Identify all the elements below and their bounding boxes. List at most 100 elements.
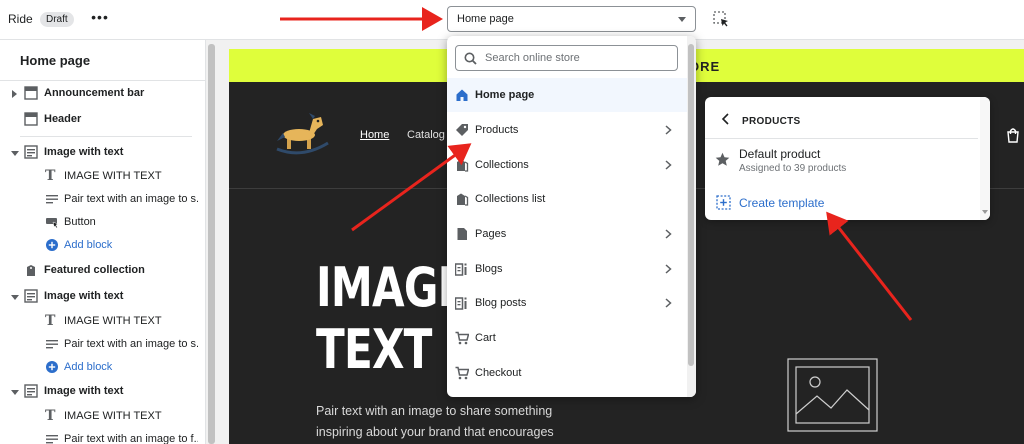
sidebar-item-image-with-text[interactable]: Image with text <box>0 381 205 403</box>
menu-item-blog-posts[interactable]: Blog posts <box>447 286 687 320</box>
sidebar-item-label: Button <box>64 216 96 228</box>
sidebar-scrollbar-thumb[interactable] <box>208 44 215 444</box>
theme-name: Ride <box>8 12 33 26</box>
sidebar-item-label: Pair text with an image to f... <box>64 433 198 444</box>
hero-heading[interactable]: IMAGE TEXT <box>316 257 466 381</box>
inspector-icon[interactable] <box>712 10 730 28</box>
sidebar-block-heading[interactable]: T IMAGE WITH TEXT <box>0 406 205 428</box>
sections-sidebar: Home page Announcement bar Header Image … <box>0 40 206 444</box>
sidebar-item-label: Add block <box>64 239 113 251</box>
nav-link-home[interactable]: Home <box>360 129 389 141</box>
sidebar-item-label: Featured collection <box>44 264 145 276</box>
add-block-button[interactable]: Add block <box>0 357 205 379</box>
hero-text[interactable]: Pair text with an image to share somethi… <box>316 401 616 443</box>
chevron-down-icon[interactable] <box>11 151 19 156</box>
menu-item-label: Products <box>475 124 519 136</box>
menu-item-label: Home page <box>475 89 535 101</box>
products-submenu: PRODUCTS Default product Assigned to 39 … <box>705 97 990 220</box>
sidebar-block-heading[interactable]: T IMAGE WITH TEXT <box>0 166 205 188</box>
sidebar-block-text[interactable]: Pair text with an image to f... <box>0 429 205 444</box>
plus-circle-icon <box>46 361 58 373</box>
sidebar-item-header[interactable]: Header <box>0 109 205 131</box>
menu-item-cart[interactable]: Cart <box>447 321 687 355</box>
submenu-scrollbar[interactable] <box>980 97 990 220</box>
status-badge: Draft <box>40 12 74 27</box>
menu-item-label: Collections <box>475 159 529 171</box>
button-icon <box>46 218 59 229</box>
sidebar-item-label: Pair text with an image to s... <box>64 193 198 205</box>
hero-heading-line: IMAGE <box>316 256 466 319</box>
template-option-default-product[interactable]: Default product <box>739 147 820 161</box>
submenu-title: PRODUCTS <box>742 116 801 127</box>
menu-item-home-page[interactable]: Home page <box>447 78 687 112</box>
sidebar-item-image-with-text[interactable]: Image with text <box>0 142 205 164</box>
sidebar-block-text[interactable]: Pair text with an image to s... <box>0 334 205 356</box>
sidebar-block-button[interactable]: Button <box>0 212 205 234</box>
chevron-down-icon[interactable] <box>11 295 19 300</box>
menu-scrollbar-thumb[interactable] <box>688 44 694 366</box>
chevron-right-icon[interactable] <box>12 90 17 98</box>
sidebar-item-label: IMAGE WITH TEXT <box>64 315 162 327</box>
sidebar-block-text[interactable]: Pair text with an image to s... <box>0 189 205 211</box>
home-icon <box>456 89 468 101</box>
menu-item-collections-list[interactable]: Collections list <box>447 182 687 216</box>
tag-icon <box>456 124 468 136</box>
sidebar-item-image-with-text[interactable]: Image with text <box>0 286 205 308</box>
sidebar-block-heading[interactable]: T IMAGE WITH TEXT <box>0 311 205 333</box>
page-selector[interactable]: Home page <box>447 6 696 32</box>
divider <box>20 136 192 137</box>
menu-item-label: Collections list <box>475 193 546 205</box>
cart-icon[interactable] <box>1005 127 1021 143</box>
image-placeholder-icon[interactable] <box>787 358 878 432</box>
menu-item-pages[interactable]: Pages <box>447 217 687 251</box>
more-actions-button[interactable]: ••• <box>90 9 110 29</box>
sidebar-item-label: Header <box>44 113 82 125</box>
store-logo[interactable] <box>273 111 331 157</box>
menu-item-label: Blogs <box>475 263 503 275</box>
sidebar-item-label: Image with text <box>44 385 124 397</box>
menu-item-blogs[interactable]: Blogs <box>447 252 687 286</box>
menu-item-checkout[interactable]: Checkout <box>447 356 687 390</box>
create-template-icon <box>716 195 731 210</box>
sidebar-title: Home page <box>20 53 91 68</box>
plus-circle-icon <box>46 239 58 251</box>
paragraph-icon <box>46 340 58 349</box>
template-assignment-count: Assigned to 39 products <box>739 163 847 174</box>
sidebar-item-label: IMAGE WITH TEXT <box>64 170 162 182</box>
collection-icon <box>457 193 469 206</box>
sidebar-item-label: Image with text <box>44 146 124 158</box>
blog-icon <box>455 263 467 276</box>
menu-item-collections[interactable]: Collections <box>447 148 687 182</box>
sidebar-item-announcement-bar[interactable]: Announcement bar <box>0 83 205 105</box>
chevron-right-icon <box>665 125 672 135</box>
menu-item-label: Pages <box>475 228 507 240</box>
section-icon <box>24 86 38 100</box>
sidebar-item-label: Image with text <box>44 290 124 302</box>
paragraph-icon <box>46 435 58 444</box>
divider <box>0 80 205 81</box>
search-field[interactable] <box>455 45 678 71</box>
sidebar-item-label: Pair text with an image to s... <box>64 338 198 350</box>
search-input[interactable] <box>485 50 670 66</box>
add-block-button[interactable]: Add block <box>0 235 205 257</box>
back-arrow-icon[interactable] <box>721 113 730 125</box>
page-icon <box>457 228 467 240</box>
scroll-down-icon[interactable] <box>982 210 988 214</box>
nav-link-catalog[interactable]: Catalog <box>407 129 445 141</box>
menu-item-label: Checkout <box>475 367 522 379</box>
hero-text-line: Pair text with an image to share somethi… <box>316 404 553 418</box>
chevron-down-icon <box>678 17 686 22</box>
search-icon <box>464 52 477 65</box>
create-template-button[interactable]: Create template <box>739 196 824 210</box>
menu-item-products[interactable]: Products <box>447 113 687 147</box>
sidebar-item-featured-collection[interactable]: Featured collection <box>0 260 205 282</box>
cart-icon <box>455 366 469 380</box>
divider <box>705 138 978 139</box>
page-selector-value: Home page <box>457 13 514 25</box>
chevron-right-icon <box>665 160 672 170</box>
cart-icon <box>455 331 469 345</box>
collection-icon <box>457 159 469 172</box>
chevron-down-icon[interactable] <box>11 390 19 395</box>
page-selector-menu: Home page Products Collections Collectio… <box>447 36 696 397</box>
star-icon <box>715 152 730 166</box>
